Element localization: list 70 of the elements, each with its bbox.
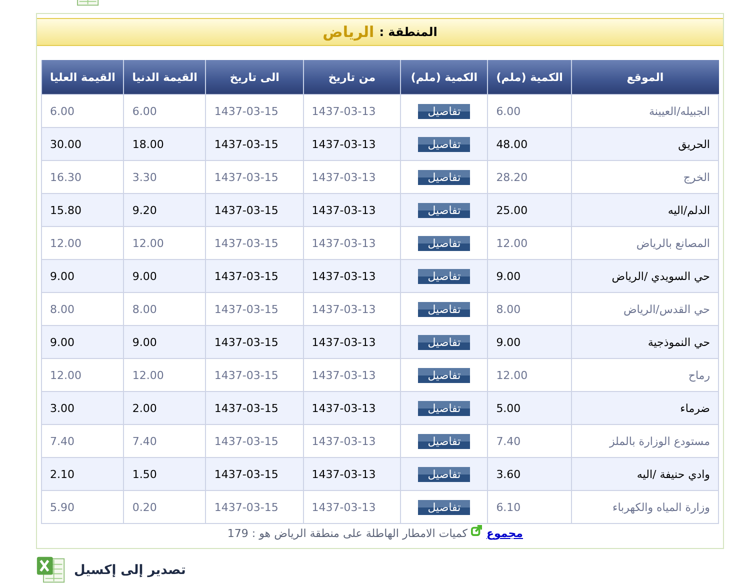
table-cell: 1437-03-15 — [206, 490, 304, 524]
column-header: من تاريخ — [303, 60, 401, 94]
details-button[interactable]: تفاصيل — [418, 400, 470, 416]
total-text: كميات الامطار الهاطلة على منطقة الرياض هو : 179 — [227, 527, 468, 540]
region-name: الرياض — [322, 23, 374, 41]
table-cell: 1437-03-13 — [303, 260, 401, 292]
details-button[interactable]: تفاصيل — [418, 104, 470, 118]
table-cell: حي السويدي /الرياض — [572, 260, 718, 292]
details-button[interactable]: تفاصيل — [418, 334, 470, 350]
spreadsheet-icon[interactable] — [36, 555, 66, 585]
region-label: المنطقة : — [379, 25, 438, 39]
details-button[interactable]: تفاصيل — [418, 466, 470, 482]
table-cell: 1437-03-15 — [206, 260, 304, 292]
total-link[interactable]: مجموع — [486, 527, 523, 540]
table-cell: 9.00 — [488, 260, 572, 292]
table-cell: 1437-03-13 — [303, 128, 401, 160]
table-cell: 18.00 — [124, 128, 206, 160]
table-cell: 1437-03-15 — [206, 458, 304, 490]
details-button[interactable]: تفاصيل — [418, 236, 470, 250]
table-cell: 1437-03-13 — [303, 458, 401, 490]
table-cell: ضرماء — [572, 392, 718, 424]
table-cell: 1437-03-13 — [303, 490, 401, 524]
table-cell: 9.00 — [42, 326, 124, 358]
column-header: الى تاريخ — [206, 60, 304, 94]
table-cell: 48.00 — [488, 128, 572, 160]
details-button[interactable]: تفاصيل — [418, 170, 470, 184]
table-cell: 30.00 — [42, 128, 124, 160]
details-button[interactable]: تفاصيل — [418, 136, 470, 152]
column-header: الكمية (ملم) — [488, 60, 572, 94]
table-cell: 1437-03-13 — [303, 392, 401, 424]
details-button[interactable]: تفاصيل — [418, 302, 470, 316]
table-cell: 9.00 — [124, 326, 206, 358]
details-button[interactable]: تفاصيل — [418, 368, 470, 382]
table-cell: 2.10 — [42, 458, 124, 490]
export-label[interactable]: تصدير إلى إكسيل — [74, 562, 186, 578]
table-cell: 3.60 — [488, 458, 572, 490]
table-cell: 1437-03-15 — [206, 194, 304, 226]
table-cell: 1437-03-13 — [303, 194, 401, 226]
table-cell: 1.50 — [124, 458, 206, 490]
column-header: الموقع — [572, 60, 718, 94]
table-cell: الدلم/اليه — [572, 194, 718, 226]
table-cell: 1437-03-15 — [206, 128, 304, 160]
table-cell: 0.20 — [124, 490, 206, 524]
table-cell: وادي حنيفة /اليه — [572, 458, 718, 490]
column-header: الكمية (ملم) — [400, 60, 488, 94]
table-cell: 2.00 — [124, 392, 206, 424]
table-cell: 1437-03-15 — [206, 392, 304, 424]
table-cell: 15.80 — [42, 194, 124, 226]
details-button[interactable]: تفاصيل — [418, 434, 470, 448]
table-cell: 9.00 — [42, 260, 124, 292]
table-cell: 6.10 — [488, 490, 572, 524]
details-button[interactable]: تفاصيل — [418, 202, 470, 218]
table-cell: 9.00 — [488, 326, 572, 358]
external-link-icon — [471, 525, 482, 536]
table-cell: 3.00 — [42, 392, 124, 424]
table-cell: 5.00 — [488, 392, 572, 424]
details-button[interactable]: تفاصيل — [418, 268, 470, 284]
table-cell: 9.00 — [124, 260, 206, 292]
table-cell: الجبيله/العيينة — [572, 94, 718, 128]
table-cell: 25.00 — [488, 194, 572, 226]
column-header: القيمة العليا — [42, 60, 124, 94]
details-button[interactable]: تفاصيل — [418, 500, 470, 514]
table-cell: 5.90 — [42, 490, 124, 524]
table-cell: الحريق — [572, 128, 718, 160]
table-cell: حي النموذجية — [572, 326, 718, 358]
table-cell: 1437-03-15 — [206, 326, 304, 358]
table-cell: 1437-03-13 — [303, 326, 401, 358]
table-cell: 9.20 — [124, 194, 206, 226]
table-cell: وزارة المياه والكهرباء — [572, 490, 718, 524]
column-header: القيمة الدنيا — [124, 60, 206, 94]
